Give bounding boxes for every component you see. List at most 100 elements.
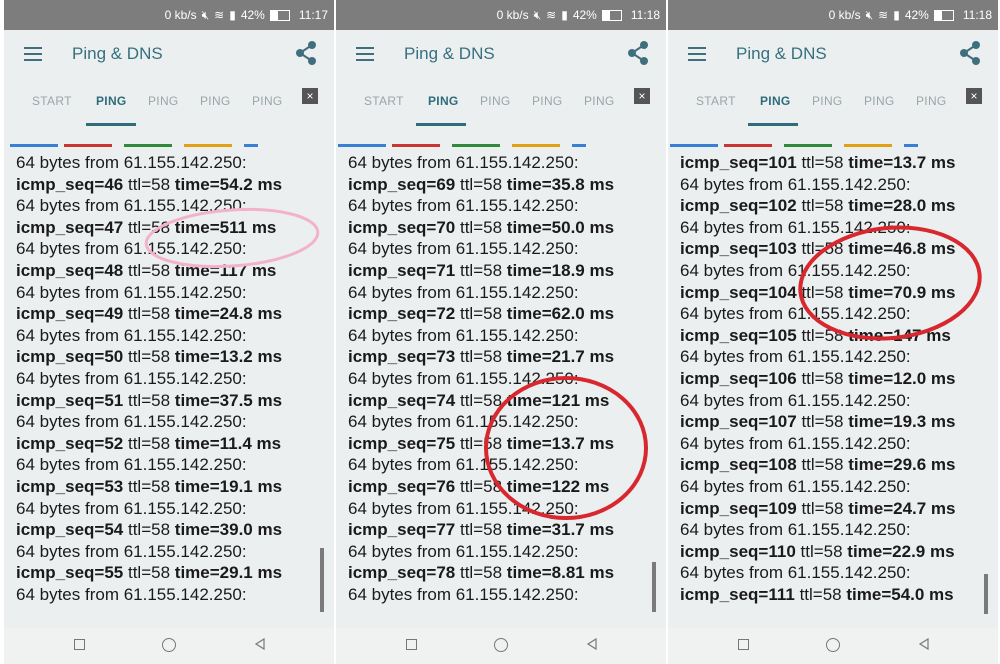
battery-percent: 42% bbox=[572, 8, 597, 22]
tab-start[interactable]: START bbox=[32, 94, 72, 108]
recents-icon[interactable] bbox=[738, 639, 749, 650]
tab-ping[interactable]: PING bbox=[864, 94, 895, 108]
close-tab-button[interactable]: × bbox=[634, 88, 650, 104]
tab-ping[interactable]: PING bbox=[532, 94, 563, 108]
hamburger-menu-icon[interactable] bbox=[688, 47, 706, 61]
icmp-seq: icmp_seq=46 bbox=[16, 174, 124, 194]
recents-icon[interactable] bbox=[406, 639, 417, 650]
ping-reply-line: icmp_seq=55 ttl=58 time=29.1 ms bbox=[16, 562, 326, 584]
ping-reply-line: icmp_seq=102 ttl=58 time=28.0 ms bbox=[680, 195, 990, 217]
ping-reply-header: 64 bytes from 61.155.142.250: bbox=[16, 153, 247, 172]
tab-ping[interactable]: PING bbox=[584, 94, 615, 108]
app-bar: Ping & DNS bbox=[668, 30, 998, 78]
status-bar: 0 kb/s 🔇︎ ≋ ▮ 42% 11:17 bbox=[4, 0, 334, 30]
back-icon[interactable] bbox=[586, 638, 598, 650]
scrollbar[interactable] bbox=[652, 562, 656, 612]
round-trip-time: time=19.1 ms bbox=[174, 476, 283, 496]
round-trip-time: time=50.0 ms bbox=[506, 217, 615, 237]
ping-reply-line: icmp_seq=69 ttl=58 time=35.8 ms bbox=[348, 174, 658, 196]
signal-icon: ▮ bbox=[561, 8, 568, 22]
hamburger-menu-icon[interactable] bbox=[356, 47, 374, 61]
ping-reply-line: icmp_seq=101 ttl=58 time=13.7 ms bbox=[680, 152, 990, 174]
tab-ping[interactable]: PING bbox=[200, 94, 231, 108]
highlight-ellipse-pink bbox=[144, 207, 320, 269]
wifi-icon: ≋ bbox=[546, 8, 557, 22]
ping-reply-header: 64 bytes from 61.155.142.250: bbox=[348, 325, 579, 345]
back-icon[interactable] bbox=[918, 638, 930, 650]
tab-ping[interactable]: PING bbox=[252, 94, 283, 108]
ping-reply-header: 64 bytes from 61.155.142.250: bbox=[348, 239, 579, 259]
ttl: ttl=58 bbox=[794, 584, 847, 604]
battery-percent: 42% bbox=[240, 8, 265, 22]
ping-reply-header: 64 bytes from 61.155.142.250: bbox=[680, 174, 911, 194]
ping-reply-line: icmp_seq=110 ttl=58 time=22.9 ms bbox=[680, 541, 990, 563]
phone-screen: 0 kb/s 🔇︎ ≋ ▮ 42% 11:18 Ping & DNS START… bbox=[336, 0, 666, 664]
icmp-seq: icmp_seq=104 bbox=[680, 282, 797, 302]
battery-icon bbox=[601, 9, 622, 21]
share-icon[interactable] bbox=[958, 40, 982, 66]
scrollbar[interactable] bbox=[984, 574, 988, 614]
tab-color-strip bbox=[724, 144, 772, 147]
icmp-seq: icmp_seq=53 bbox=[16, 476, 124, 496]
icmp-seq: icmp_seq=72 bbox=[348, 304, 456, 324]
tab-ping[interactable]: PING bbox=[480, 94, 511, 108]
close-tab-button[interactable]: × bbox=[966, 88, 982, 104]
network-speed: 0 kb/s bbox=[496, 8, 529, 22]
back-icon[interactable] bbox=[254, 638, 266, 650]
tab-ping[interactable]: PING bbox=[760, 94, 791, 108]
home-icon[interactable] bbox=[162, 638, 176, 652]
ttl: ttl=58 bbox=[796, 455, 849, 475]
ttl: ttl=58 bbox=[123, 347, 175, 367]
ttl: ttl=58 bbox=[796, 196, 849, 216]
icmp-seq: icmp_seq=71 bbox=[348, 260, 456, 280]
share-icon[interactable] bbox=[294, 40, 318, 66]
tab-ping[interactable]: PING bbox=[148, 94, 179, 108]
phone-screen: 0 kb/s 🔇︎ ≋ ▮ 42% 11:17 Ping & DNS START… bbox=[4, 0, 334, 664]
tab-color-strip bbox=[572, 144, 586, 147]
round-trip-time: time=24.7 ms bbox=[848, 498, 956, 518]
tab-color-strip bbox=[184, 144, 232, 147]
icmp-seq: icmp_seq=108 bbox=[680, 455, 797, 475]
home-icon[interactable] bbox=[826, 638, 840, 652]
scrollbar[interactable] bbox=[320, 548, 324, 612]
ping-reply-header: 64 bytes from 61.155.142.250: bbox=[16, 282, 247, 302]
ping-reply-line: icmp_seq=72 ttl=58 time=62.0 ms bbox=[348, 303, 658, 325]
icmp-seq: icmp_seq=77 bbox=[348, 520, 456, 540]
system-nav-bar bbox=[336, 628, 666, 664]
network-speed: 0 kb/s bbox=[164, 8, 197, 22]
ttl: ttl=58 bbox=[123, 563, 175, 583]
icmp-seq: icmp_seq=47 bbox=[16, 217, 124, 237]
round-trip-time: time=11.4 ms bbox=[174, 433, 282, 453]
ping-reply-line: icmp_seq=106 ttl=58 time=12.0 ms bbox=[680, 368, 990, 390]
battery-icon bbox=[933, 9, 954, 21]
ping-reply-line: icmp_seq=49 ttl=58 time=24.8 ms bbox=[16, 303, 326, 325]
active-tab-indicator bbox=[86, 123, 136, 126]
icmp-seq: icmp_seq=51 bbox=[16, 390, 124, 410]
ttl: ttl=58 bbox=[796, 368, 849, 388]
close-tab-button[interactable]: × bbox=[302, 88, 318, 104]
tab-ping[interactable]: PING bbox=[916, 94, 947, 108]
ping-reply-header: 64 bytes from 61.155.142.250: bbox=[680, 476, 911, 496]
ttl: ttl=58 bbox=[796, 498, 849, 518]
tab-ping[interactable]: PING bbox=[812, 94, 843, 108]
share-icon[interactable] bbox=[626, 40, 650, 66]
tab-ping[interactable]: PING bbox=[428, 94, 459, 108]
tab-ping[interactable]: PING bbox=[96, 94, 127, 108]
icmp-seq: icmp_seq=49 bbox=[16, 304, 124, 324]
tab-start[interactable]: START bbox=[364, 94, 404, 108]
tab-start[interactable]: START bbox=[696, 94, 736, 108]
hamburger-menu-icon[interactable] bbox=[24, 47, 42, 61]
ttl: ttl=58 bbox=[796, 412, 849, 432]
ping-reply-line: icmp_seq=71 ttl=58 time=18.9 ms bbox=[348, 260, 658, 282]
ping-reply-line: icmp_seq=70 ttl=58 time=50.0 ms bbox=[348, 217, 658, 239]
icmp-seq: icmp_seq=73 bbox=[348, 347, 456, 367]
round-trip-time: time=8.81 ms bbox=[506, 563, 615, 583]
ping-reply-line: icmp_seq=51 ttl=58 time=37.5 ms bbox=[16, 390, 326, 412]
home-icon[interactable] bbox=[494, 638, 508, 652]
icmp-seq: icmp_seq=111 bbox=[680, 584, 795, 604]
recents-icon[interactable] bbox=[74, 639, 85, 650]
ping-reply-header: 64 bytes from 61.155.142.250: bbox=[680, 520, 911, 540]
round-trip-time: time=19.3 ms bbox=[848, 412, 956, 432]
ping-reply-line: icmp_seq=54 ttl=58 time=39.0 ms bbox=[16, 519, 326, 541]
round-trip-time: time=35.8 ms bbox=[506, 174, 615, 194]
